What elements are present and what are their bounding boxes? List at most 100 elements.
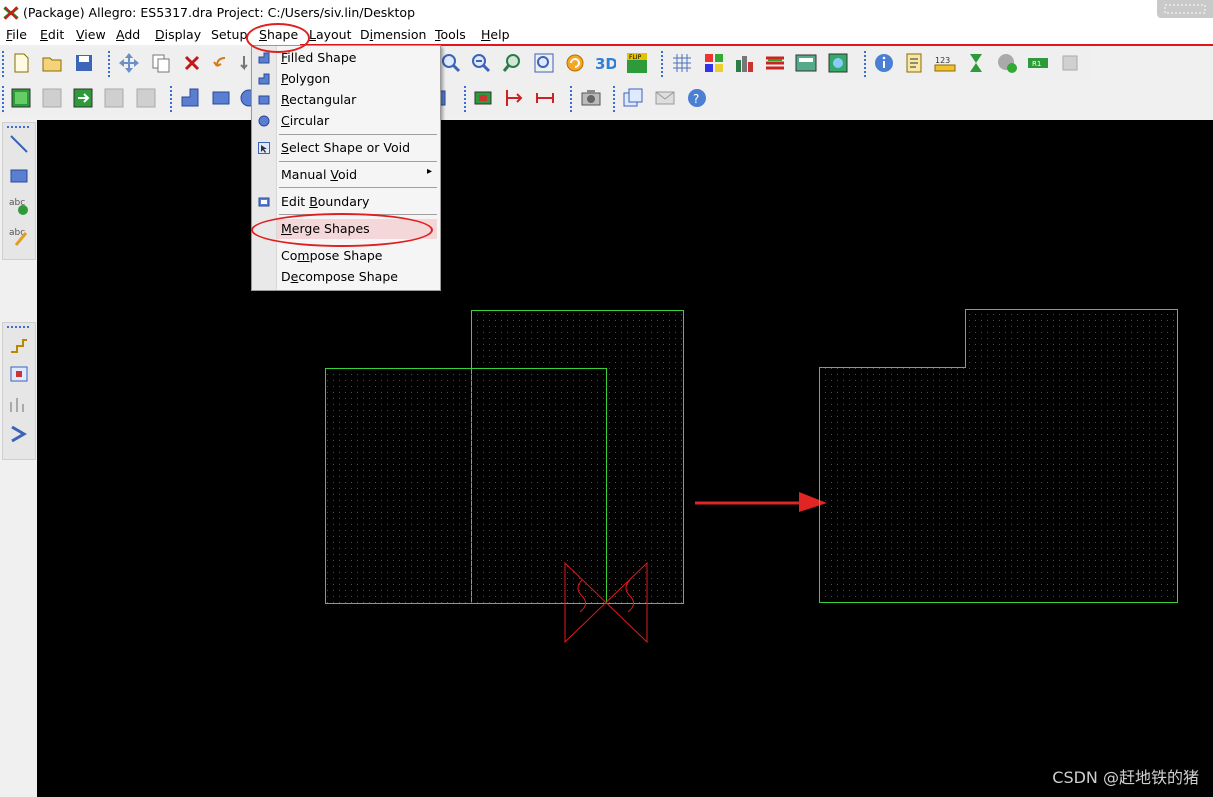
shape-menu-dropdown: Filled Shape Polygon Rectangular Circula…	[251, 45, 441, 291]
via-icon	[42, 88, 62, 108]
restore-icon	[1164, 4, 1206, 14]
window-title: (Package) Allegro: ES5317.dra Project: C…	[23, 5, 416, 20]
distance-icon[interactable]	[534, 87, 556, 109]
grid-icon[interactable]	[671, 52, 693, 74]
circle-icon	[258, 115, 270, 127]
flip-icon[interactable]: FLIP	[626, 52, 648, 74]
overlapping-shapes[interactable]	[325, 310, 684, 604]
menu-file[interactable]: File	[6, 27, 27, 42]
toolbar-separator	[864, 51, 866, 77]
measure-icon[interactable]: 123	[934, 52, 956, 74]
toolbar-separator	[570, 86, 572, 112]
color-icon[interactable]	[703, 52, 725, 74]
menu-add[interactable]: Add	[116, 27, 140, 42]
left-toolbar-group-draw: abc abc	[2, 122, 36, 260]
polygon-icon	[258, 73, 270, 85]
watermark: CSDN @赶地铁的猪	[1052, 768, 1199, 787]
dimension-icon[interactable]	[503, 87, 525, 109]
move-icon[interactable]	[118, 52, 140, 74]
menu-dimension[interactable]: Dimension	[360, 27, 426, 42]
layer-icon[interactable]	[733, 52, 755, 74]
info-icon[interactable]	[873, 52, 895, 74]
menu-help[interactable]: Help	[481, 27, 510, 42]
module-icon[interactable]	[472, 87, 494, 109]
rect-icon[interactable]	[210, 87, 232, 109]
dcm-icon[interactable]	[795, 52, 817, 74]
toolbar-separator	[613, 86, 615, 112]
window-controls[interactable]	[1157, 0, 1213, 18]
mail-icon	[655, 91, 675, 105]
toolbar-grip	[7, 326, 31, 328]
flip-label: FLIP	[629, 54, 642, 61]
3d-view-icon[interactable]: 3D	[594, 52, 616, 74]
menu-edit-boundary[interactable]: Edit Boundary	[281, 194, 369, 209]
menu-select-shape-or-void[interactable]: Select Shape or Void	[281, 140, 410, 155]
fanout-icon	[10, 398, 24, 412]
menu-filled-shape[interactable]: Filled Shape	[281, 50, 356, 65]
world-view-icon[interactable]	[827, 52, 849, 74]
copy-window-icon[interactable]	[622, 87, 644, 109]
save-icon[interactable]	[73, 52, 95, 74]
filled-shape-icon	[258, 52, 270, 64]
r1-label: R1	[1032, 60, 1041, 68]
help-icon[interactable]: ?	[686, 87, 708, 109]
merged-shape[interactable]	[819, 309, 1178, 603]
pin-icon[interactable]	[10, 87, 32, 109]
toolbar-grip	[2, 51, 4, 77]
menu-circular[interactable]: Circular	[281, 113, 329, 128]
menu-rectangular[interactable]: Rectangular	[281, 92, 356, 107]
zoom-fit-icon[interactable]	[533, 52, 555, 74]
slide-icon[interactable]	[8, 423, 30, 445]
rectangle-icon	[258, 95, 270, 105]
zoom-out-icon[interactable]	[470, 52, 492, 74]
shape-wide[interactable]	[325, 368, 607, 604]
menu-compose-shape[interactable]: Compose Shape	[281, 248, 382, 263]
undo-icon[interactable]	[211, 52, 233, 74]
menu-setup[interactable]: Setup	[211, 27, 247, 42]
design-canvas[interactable]: CSDN @赶地铁的猪	[37, 120, 1213, 797]
toolbar-grip	[7, 126, 31, 128]
toolbar-grip	[2, 86, 4, 112]
zoom-previous-icon[interactable]	[502, 52, 524, 74]
line-icon[interactable]	[8, 133, 30, 155]
delete-icon[interactable]	[181, 52, 203, 74]
add-text-icon[interactable]: abc	[8, 195, 30, 217]
menu-view[interactable]: View	[76, 27, 106, 42]
toolbar-separator	[170, 86, 172, 112]
cline-icon	[104, 88, 124, 108]
menu-bar: File Edit View Add Display Setup Shape L…	[0, 25, 1213, 46]
toolbar-separator	[464, 86, 466, 112]
component-icon[interactable]	[72, 87, 94, 109]
status-icon[interactable]	[996, 52, 1018, 74]
main-toolbar: 3D FLIP 123 R1	[0, 47, 1093, 81]
l-shape-icon[interactable]	[179, 87, 201, 109]
menu-polygon[interactable]: Polygon	[281, 71, 330, 86]
rectangle-tool-icon[interactable]	[8, 165, 30, 187]
select-shape-icon	[258, 142, 270, 154]
menu-tools[interactable]: Tools	[435, 27, 466, 42]
refresh-icon[interactable]	[564, 52, 586, 74]
annotation-shape-menu	[246, 23, 310, 53]
menu-edit[interactable]: Edit	[40, 27, 64, 42]
copy-icon[interactable]	[150, 52, 172, 74]
submenu-arrow-icon: ▸	[426, 166, 432, 177]
menu-layout[interactable]: Layout	[309, 27, 352, 42]
hourglass-icon[interactable]	[965, 52, 987, 74]
menu-manual-void[interactable]: Manual Void	[281, 167, 357, 182]
left-toolbar-group-route	[2, 322, 36, 460]
r1-icon[interactable]: R1	[1027, 52, 1049, 74]
edit-text-icon[interactable]: abc	[8, 225, 30, 247]
zoom-in-icon[interactable]	[440, 52, 462, 74]
merge-arrow	[695, 492, 827, 512]
route-icon[interactable]	[8, 333, 30, 355]
camera-icon[interactable]	[580, 87, 602, 109]
report-icon[interactable]	[903, 52, 925, 74]
shadow-icon[interactable]	[764, 52, 786, 74]
new-icon[interactable]	[10, 52, 32, 74]
open-icon[interactable]	[41, 52, 63, 74]
toolbar-separator	[661, 51, 663, 77]
place-icon[interactable]	[8, 363, 30, 385]
menu-decompose-shape[interactable]: Decompose Shape	[281, 269, 398, 284]
menu-display[interactable]: Display	[155, 27, 201, 42]
menu-separator	[279, 134, 437, 135]
